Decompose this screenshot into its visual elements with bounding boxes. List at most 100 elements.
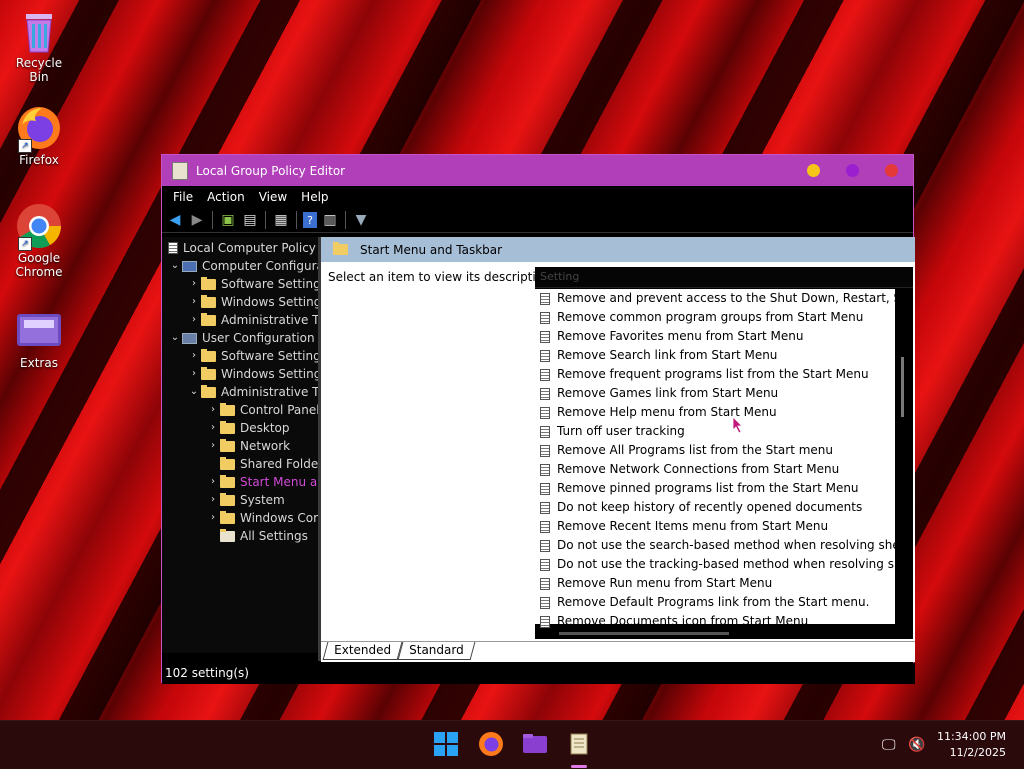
open-folder-icon <box>201 384 216 398</box>
chevron-right-icon[interactable]: › <box>206 437 220 455</box>
setting-row[interactable]: Remove Search link from Start Menu <box>535 346 895 365</box>
menu-bar: File Action View Help <box>162 186 913 208</box>
setting-row[interactable]: Remove Favorites menu from Start Menu <box>535 327 895 346</box>
setting-row[interactable]: Do not keep history of recently opened d… <box>535 498 895 517</box>
tree-item-user-software-settings[interactable]: › Software Settings <box>187 347 318 365</box>
tree-root[interactable]: Local Computer Policy <box>168 239 316 257</box>
setting-row[interactable]: Remove pinned programs list from the Sta… <box>535 479 895 498</box>
minimize-button[interactable] <box>807 164 820 177</box>
tree-item-software-settings[interactable]: › Software Settings <box>187 275 318 293</box>
setting-row[interactable]: Remove and prevent access to the Shut Do… <box>535 289 895 308</box>
setting-name: Remove Games link from Start Menu <box>557 386 779 400</box>
setting-row[interactable]: Remove Recent Items menu from Start Menu <box>535 517 895 536</box>
export-list-icon[interactable]: ▦ <box>272 211 290 229</box>
setting-row[interactable]: Remove common program groups from Start … <box>535 308 895 327</box>
tab-standard[interactable]: Standard <box>397 642 476 660</box>
policy-setting-icon <box>540 349 550 362</box>
setting-row[interactable]: Turn off user tracking <box>535 422 895 441</box>
policy-setting-icon <box>540 406 550 419</box>
folder-icon <box>333 242 348 255</box>
tree-item-windows-components[interactable]: › Windows Cor <box>206 509 318 527</box>
chevron-down-icon[interactable]: ⌄ <box>168 329 182 347</box>
maximize-button[interactable] <box>846 164 859 177</box>
details-header: Start Menu and Taskbar <box>321 237 915 262</box>
recycle-bin-shortcut[interactable]: Recycle Bin <box>7 8 71 84</box>
back-arrow-icon[interactable]: ◀ <box>166 211 184 229</box>
tree-item-network[interactable]: › Network <box>206 437 290 455</box>
chrome-shortcut[interactable]: ↗ Google Chrome <box>7 203 71 279</box>
details-header-title: Start Menu and Taskbar <box>360 242 503 257</box>
setting-row[interactable]: Remove Run menu from Start Menu <box>535 574 895 593</box>
setting-row[interactable]: Remove Network Connections from Start Me… <box>535 460 895 479</box>
setting-row[interactable]: Do not use the search-based method when … <box>535 536 895 555</box>
menu-file[interactable]: File <box>166 190 200 204</box>
setting-name: Remove frequent programs list from the S… <box>557 367 869 381</box>
taskbar-group-policy-editor-icon[interactable] <box>566 731 594 759</box>
tree-item-shared-folders[interactable]: Shared Folder <box>206 455 318 473</box>
setting-row[interactable]: Remove Default Programs link from the St… <box>535 593 895 612</box>
tree-item-user-administrative-templates[interactable]: ⌄ Administrative Te <box>187 383 318 401</box>
tree-item-user-windows-settings[interactable]: › Windows Setting <box>187 365 318 383</box>
details-pane: Start Menu and Taskbar Select an item to… <box>321 237 915 661</box>
tree-item-start-menu-and-taskbar[interactable]: › Start Menu ar <box>206 473 318 491</box>
tree-item-computer-configuration[interactable]: ⌄ Computer Configura <box>168 257 318 275</box>
policy-setting-icon <box>540 482 550 495</box>
clock-time: 11:34:00 PM <box>936 730 1006 743</box>
chevron-right-icon[interactable]: › <box>187 293 201 311</box>
taskbar-firefox-icon[interactable] <box>478 731 506 759</box>
chevron-right-icon[interactable]: › <box>206 509 220 527</box>
vertical-scrollbar[interactable] <box>901 357 904 417</box>
firefox-shortcut[interactable]: ↗ Firefox <box>7 105 71 167</box>
tree-item-system[interactable]: › System <box>206 491 285 509</box>
desktop-icon-label: Google Chrome <box>15 251 63 279</box>
folder-icon <box>201 294 216 308</box>
properties-icon[interactable]: ▥ <box>321 211 339 229</box>
chevron-right-icon[interactable]: › <box>206 419 220 437</box>
tree-item-windows-settings[interactable]: › Windows Setting <box>187 293 318 311</box>
volume-muted-icon[interactable]: 🔇 <box>908 737 925 753</box>
column-header-setting[interactable]: Setting <box>535 267 913 288</box>
chevron-right-icon[interactable]: › <box>187 365 201 383</box>
menu-action[interactable]: Action <box>200 190 252 204</box>
description-text: Select an item to view its description. <box>328 270 555 284</box>
extras-shortcut[interactable]: Extras <box>7 308 71 370</box>
filter-icon[interactable]: ▼ <box>352 211 370 229</box>
close-button[interactable] <box>885 164 898 177</box>
setting-row[interactable]: Remove frequent programs list from the S… <box>535 365 895 384</box>
network-icon[interactable]: 🖵 <box>882 737 896 753</box>
title-bar[interactable]: Local Group Policy Editor <box>162 155 913 186</box>
menu-view[interactable]: View <box>252 190 294 204</box>
up-folder-icon[interactable]: ▣ <box>219 211 237 229</box>
policy-setting-icon <box>540 330 550 343</box>
chevron-right-icon[interactable]: › <box>206 491 220 509</box>
chevron-right-icon[interactable]: › <box>187 275 201 293</box>
chevron-down-icon[interactable]: ⌄ <box>168 257 182 275</box>
chevron-right-icon[interactable]: › <box>206 401 220 419</box>
folder-icon <box>201 366 216 380</box>
windows-start-button[interactable] <box>433 731 461 759</box>
chevron-right-icon[interactable]: › <box>187 347 201 365</box>
tree-item-user-configuration[interactable]: ⌄ User Configuration <box>168 329 315 347</box>
tree-item-administrative-templates[interactable]: › Administrative Te <box>187 311 318 329</box>
horizontal-scrollbar[interactable] <box>559 632 729 635</box>
all-settings-icon <box>220 528 235 542</box>
tree-item-desktop[interactable]: › Desktop <box>206 419 290 437</box>
tab-extended[interactable]: Extended <box>322 642 403 660</box>
setting-row[interactable]: Remove All Programs list from the Start … <box>535 441 895 460</box>
forward-arrow-icon[interactable]: ▶ <box>188 211 206 229</box>
menu-help[interactable]: Help <box>294 190 335 204</box>
tree-item-all-settings[interactable]: All Settings <box>206 527 308 545</box>
chevron-right-icon[interactable]: › <box>206 473 220 491</box>
tree-item-control-panel[interactable]: › Control Panel <box>206 401 318 419</box>
help-icon[interactable]: ? <box>303 212 317 228</box>
setting-row[interactable]: Do not use the tracking-based method whe… <box>535 555 895 574</box>
setting-row[interactable]: Remove Documents icon from Start Menu <box>535 612 895 631</box>
taskbar-file-explorer-icon[interactable] <box>522 731 550 759</box>
policy-setting-icon <box>540 444 550 457</box>
chevron-down-icon[interactable]: ⌄ <box>187 383 201 401</box>
chevron-right-icon[interactable]: › <box>187 311 201 329</box>
setting-row[interactable]: Remove Help menu from Start Menu <box>535 403 895 422</box>
show-hide-tree-icon[interactable]: ▤ <box>241 211 259 229</box>
setting-row[interactable]: Remove Games link from Start Menu <box>535 384 895 403</box>
system-clock[interactable]: 11:34:00 PM 11/2/2025 <box>937 729 1006 761</box>
